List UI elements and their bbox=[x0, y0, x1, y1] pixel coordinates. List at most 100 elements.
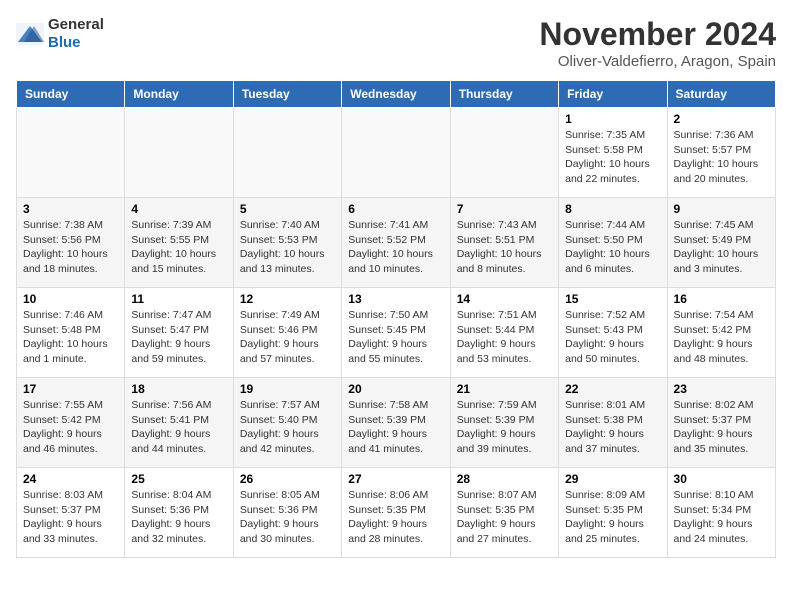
calendar-table: Sunday Monday Tuesday Wednesday Thursday… bbox=[16, 80, 776, 558]
day-cell: 5 Sunrise: 7:40 AM Sunset: 5:53 PM Daylig… bbox=[233, 198, 341, 288]
day-cell: 8Sunrise: 7:44 AM Sunset: 5:50 PM Daylig… bbox=[559, 198, 667, 288]
day-info: Sunrise: 8:05 AM Sunset: 5:36 PM Dayligh… bbox=[240, 488, 335, 547]
day-cell: 23Sunrise: 8:02 AM Sunset: 5:37 PM Dayli… bbox=[667, 378, 775, 468]
day-cell: 18Sunrise: 7:56 AM Sunset: 5:41 PM Dayli… bbox=[125, 378, 233, 468]
day-number: 29 bbox=[565, 472, 660, 486]
day-cell: 10 Sunrise: 7:46 AM Sunset: 5:48 PM Dayli… bbox=[17, 288, 125, 378]
day-cell: 25 Sunrise: 8:04 AM Sunset: 5:36 PM Dayli… bbox=[125, 468, 233, 558]
day-cell: 26 Sunrise: 8:05 AM Sunset: 5:36 PM Dayli… bbox=[233, 468, 341, 558]
day-info: Sunrise: 8:01 AM Sunset: 5:38 PM Dayligh… bbox=[565, 398, 660, 457]
day-number: 19 bbox=[240, 382, 335, 396]
logo-icon bbox=[16, 23, 44, 45]
day-cell: 11Sunrise: 7:47 AM Sunset: 5:47 PM Dayli… bbox=[125, 288, 233, 378]
day-number: 9 bbox=[674, 202, 769, 216]
day-number: 15 bbox=[565, 292, 660, 306]
day-cell: 9 Sunrise: 7:45 AM Sunset: 5:49 PM Daylig… bbox=[667, 198, 775, 288]
day-cell: 2 Sunrise: 7:36 AM Sunset: 5:57 PM Daylig… bbox=[667, 108, 775, 198]
day-number: 6 bbox=[348, 202, 443, 216]
day-info: Sunrise: 7:45 AM Sunset: 5:49 PM Dayligh… bbox=[674, 218, 769, 277]
day-cell bbox=[17, 108, 125, 198]
day-cell: 19 Sunrise: 7:57 AM Sunset: 5:40 PM Dayli… bbox=[233, 378, 341, 468]
day-cell: 29 Sunrise: 8:09 AM Sunset: 5:35 PM Dayli… bbox=[559, 468, 667, 558]
header-tuesday: Tuesday bbox=[233, 81, 341, 108]
header-wednesday: Wednesday bbox=[342, 81, 450, 108]
day-cell: 6 Sunrise: 7:41 AM Sunset: 5:52 PM Daylig… bbox=[342, 198, 450, 288]
day-number: 16 bbox=[674, 292, 769, 306]
day-number: 26 bbox=[240, 472, 335, 486]
header-thursday: Thursday bbox=[450, 81, 558, 108]
day-cell: 21Sunrise: 7:59 AM Sunset: 5:39 PM Dayli… bbox=[450, 378, 558, 468]
header-saturday: Saturday bbox=[667, 81, 775, 108]
day-info: Sunrise: 8:04 AM Sunset: 5:36 PM Dayligh… bbox=[131, 488, 226, 547]
day-info: Sunrise: 8:07 AM Sunset: 5:35 PM Dayligh… bbox=[457, 488, 552, 547]
day-info: Sunrise: 7:55 AM Sunset: 5:42 PM Dayligh… bbox=[23, 398, 118, 457]
day-cell bbox=[125, 108, 233, 198]
day-cell: 27 Sunrise: 8:06 AM Sunset: 5:35 PM Dayli… bbox=[342, 468, 450, 558]
logo-general: General bbox=[48, 16, 104, 33]
day-number: 12 bbox=[240, 292, 335, 306]
day-info: Sunrise: 7:35 AM Sunset: 5:58 PM Dayligh… bbox=[565, 128, 660, 187]
header-friday: Friday bbox=[559, 81, 667, 108]
day-number: 5 bbox=[240, 202, 335, 216]
day-number: 1 bbox=[565, 112, 660, 126]
day-cell: 17 Sunrise: 7:55 AM Sunset: 5:42 PM Dayli… bbox=[17, 378, 125, 468]
day-number: 27 bbox=[348, 472, 443, 486]
day-cell: 24Sunrise: 8:03 AM Sunset: 5:37 PM Dayli… bbox=[17, 468, 125, 558]
month-title: November 2024 bbox=[539, 16, 776, 53]
logo-blue: Blue bbox=[48, 34, 81, 51]
day-cell: 30Sunrise: 8:10 AM Sunset: 5:34 PM Dayli… bbox=[667, 468, 775, 558]
day-info: Sunrise: 7:36 AM Sunset: 5:57 PM Dayligh… bbox=[674, 128, 769, 187]
day-number: 21 bbox=[457, 382, 552, 396]
day-info: Sunrise: 8:02 AM Sunset: 5:37 PM Dayligh… bbox=[674, 398, 769, 457]
header: General Blue November 2024 Oliver-Valdef… bbox=[16, 16, 776, 70]
day-info: Sunrise: 7:57 AM Sunset: 5:40 PM Dayligh… bbox=[240, 398, 335, 457]
day-info: Sunrise: 8:09 AM Sunset: 5:35 PM Dayligh… bbox=[565, 488, 660, 547]
day-number: 8 bbox=[565, 202, 660, 216]
day-number: 28 bbox=[457, 472, 552, 486]
location-title: Oliver-Valdefierro, Aragon, Spain bbox=[539, 53, 776, 70]
day-cell: 13Sunrise: 7:50 AM Sunset: 5:45 PM Dayli… bbox=[342, 288, 450, 378]
header-sunday: Sunday bbox=[17, 81, 125, 108]
day-cell: 16 Sunrise: 7:54 AM Sunset: 5:42 PM Dayli… bbox=[667, 288, 775, 378]
day-cell: 14 Sunrise: 7:51 AM Sunset: 5:44 PM Dayli… bbox=[450, 288, 558, 378]
day-number: 22 bbox=[565, 382, 660, 396]
logo: General Blue bbox=[16, 16, 104, 52]
day-number: 10 bbox=[23, 292, 118, 306]
day-info: Sunrise: 7:46 AM Sunset: 5:48 PM Dayligh… bbox=[23, 308, 118, 367]
day-info: Sunrise: 7:40 AM Sunset: 5:53 PM Dayligh… bbox=[240, 218, 335, 277]
week-row-3: 10 Sunrise: 7:46 AM Sunset: 5:48 PM Dayli… bbox=[17, 288, 776, 378]
header-monday: Monday bbox=[125, 81, 233, 108]
day-number: 17 bbox=[23, 382, 118, 396]
day-cell: 3 Sunrise: 7:38 AM Sunset: 5:56 PM Daylig… bbox=[17, 198, 125, 288]
day-info: Sunrise: 7:41 AM Sunset: 5:52 PM Dayligh… bbox=[348, 218, 443, 277]
day-info: Sunrise: 8:03 AM Sunset: 5:37 PM Dayligh… bbox=[23, 488, 118, 547]
day-cell bbox=[450, 108, 558, 198]
day-number: 13 bbox=[348, 292, 443, 306]
day-number: 3 bbox=[23, 202, 118, 216]
title-area: November 2024 Oliver-Valdefierro, Aragon… bbox=[539, 16, 776, 70]
week-row-1: 1 Sunrise: 7:35 AM Sunset: 5:58 PM Daylig… bbox=[17, 108, 776, 198]
day-info: Sunrise: 7:39 AM Sunset: 5:55 PM Dayligh… bbox=[131, 218, 226, 277]
day-number: 25 bbox=[131, 472, 226, 486]
day-number: 2 bbox=[674, 112, 769, 126]
day-number: 14 bbox=[457, 292, 552, 306]
week-row-2: 3 Sunrise: 7:38 AM Sunset: 5:56 PM Daylig… bbox=[17, 198, 776, 288]
day-info: Sunrise: 7:58 AM Sunset: 5:39 PM Dayligh… bbox=[348, 398, 443, 457]
day-info: Sunrise: 7:51 AM Sunset: 5:44 PM Dayligh… bbox=[457, 308, 552, 367]
weekday-header-row: Sunday Monday Tuesday Wednesday Thursday… bbox=[17, 81, 776, 108]
day-cell: 7Sunrise: 7:43 AM Sunset: 5:51 PM Daylig… bbox=[450, 198, 558, 288]
day-number: 20 bbox=[348, 382, 443, 396]
day-info: Sunrise: 7:43 AM Sunset: 5:51 PM Dayligh… bbox=[457, 218, 552, 277]
day-number: 11 bbox=[131, 292, 226, 306]
day-info: Sunrise: 7:38 AM Sunset: 5:56 PM Dayligh… bbox=[23, 218, 118, 277]
day-cell bbox=[233, 108, 341, 198]
day-info: Sunrise: 7:54 AM Sunset: 5:42 PM Dayligh… bbox=[674, 308, 769, 367]
day-number: 30 bbox=[674, 472, 769, 486]
day-info: Sunrise: 8:06 AM Sunset: 5:35 PM Dayligh… bbox=[348, 488, 443, 547]
day-cell: 22 Sunrise: 8:01 AM Sunset: 5:38 PM Dayli… bbox=[559, 378, 667, 468]
week-row-5: 24Sunrise: 8:03 AM Sunset: 5:37 PM Dayli… bbox=[17, 468, 776, 558]
day-info: Sunrise: 7:52 AM Sunset: 5:43 PM Dayligh… bbox=[565, 308, 660, 367]
day-cell: 28 Sunrise: 8:07 AM Sunset: 5:35 PM Dayli… bbox=[450, 468, 558, 558]
day-cell: 1 Sunrise: 7:35 AM Sunset: 5:58 PM Daylig… bbox=[559, 108, 667, 198]
day-cell: 12Sunrise: 7:49 AM Sunset: 5:46 PM Dayli… bbox=[233, 288, 341, 378]
